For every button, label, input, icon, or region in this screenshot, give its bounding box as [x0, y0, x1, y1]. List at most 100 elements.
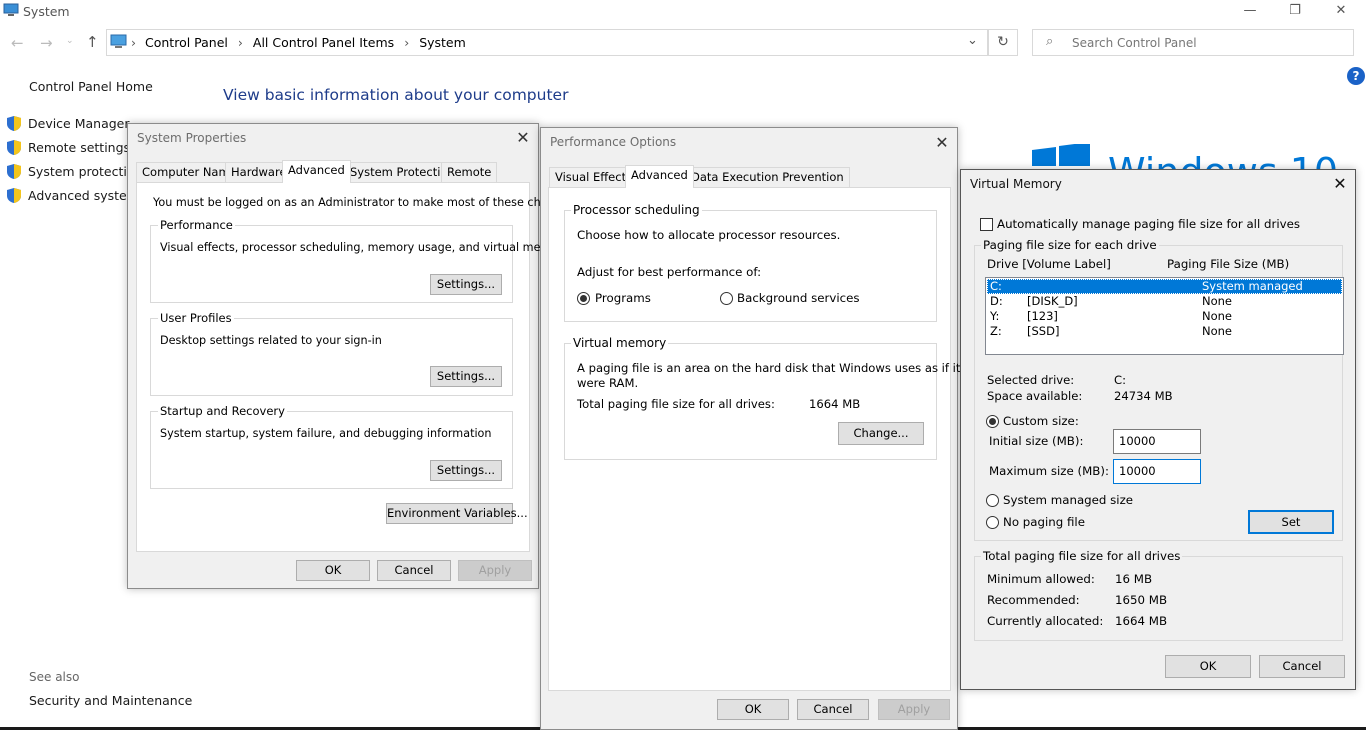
ok-button[interactable]: OK [296, 560, 370, 581]
breadcrumb-separator-icon: › [404, 35, 410, 50]
tab-advanced[interactable]: Advanced [282, 160, 351, 183]
initial-size-label: Initial size (MB): [989, 434, 1084, 448]
apply-button[interactable]: Apply [458, 560, 532, 581]
cancel-button[interactable]: Cancel [1259, 655, 1345, 678]
system-window-icon [3, 3, 19, 17]
drive-row[interactable]: C: System managed [987, 279, 1342, 294]
tab-advanced[interactable]: Advanced [625, 165, 694, 188]
sidebar-item-label: Device Manager [28, 116, 130, 131]
group-description: Choose how to allocate processor resourc… [577, 228, 841, 242]
close-window-button[interactable]: ✕ [1318, 0, 1364, 22]
startup-recovery-group: Startup and Recovery System startup, sys… [150, 404, 513, 489]
group-label: Paging file size for each drive [981, 238, 1159, 252]
ok-button[interactable]: OK [1165, 655, 1251, 678]
breadcrumb-separator-icon: › [131, 35, 136, 50]
programs-radio[interactable] [577, 292, 590, 305]
sidebar-item-system-protection[interactable]: System protection [6, 163, 142, 180]
processor-scheduling-group: Processor scheduling Choose how to alloc… [564, 203, 937, 322]
maximum-size-input[interactable]: 10000 [1113, 459, 1201, 484]
search-box[interactable]: ⌕ Search Control Panel [1032, 29, 1354, 56]
control-panel-home-link[interactable]: Control Panel Home [29, 79, 153, 94]
sidebar-item-device-manager[interactable]: Device Manager [6, 115, 130, 132]
dialog-title: Performance Options [550, 135, 677, 149]
drive-size: None [1202, 294, 1233, 308]
recommended-label: Recommended: [987, 593, 1080, 607]
sidebar-item-label: System protection [28, 164, 143, 179]
drive-row[interactable]: D: [DISK_D] None [987, 294, 1342, 309]
back-arrow-icon[interactable]: ← [11, 34, 24, 52]
recent-dropdown-icon[interactable]: ⌄ [66, 36, 74, 46]
breadcrumb-all-items[interactable]: All Control Panel Items [253, 35, 394, 50]
background-services-radio[interactable] [720, 292, 733, 305]
drive-list[interactable]: C: System managed D: [DISK_D] None Y: [1… [985, 277, 1344, 355]
total-paging-group: Total paging file size for all drives Mi… [974, 549, 1343, 641]
system-managed-label[interactable]: System managed size [1003, 493, 1133, 507]
tab-remote[interactable]: Remote [441, 162, 498, 182]
system-properties-dialog: System Properties ✕ Computer Name Hardwa… [127, 123, 578, 589]
vm-description-line1: A paging file is an area on the hard dis… [577, 361, 961, 375]
minimize-button[interactable]: — [1227, 0, 1273, 22]
forward-arrow-icon[interactable]: → [40, 34, 53, 52]
apply-button[interactable]: Apply [878, 699, 950, 720]
user-profiles-group: User Profiles Desktop settings related t… [150, 311, 513, 396]
vm-total-label: Total paging file size for all drives: [577, 397, 775, 411]
drive-row[interactable]: Z: [SSD] None [987, 324, 1342, 339]
user-profiles-settings-button[interactable]: Settings... [430, 366, 502, 387]
close-icon[interactable]: ✕ [1331, 175, 1349, 193]
close-icon[interactable]: ✕ [933, 134, 951, 152]
security-maintenance-link[interactable]: Security and Maintenance [29, 693, 192, 708]
group-label: Startup and Recovery [158, 404, 287, 418]
drive-label: [SSD] [1027, 324, 1060, 338]
space-available-value: 24734 MB [1114, 389, 1173, 403]
group-label: Total paging file size for all drives [981, 549, 1183, 563]
auto-manage-checkbox[interactable] [980, 218, 993, 231]
performance-settings-button[interactable]: Settings... [430, 274, 502, 295]
close-icon[interactable]: ✕ [514, 129, 532, 147]
programs-label[interactable]: Programs [595, 291, 651, 305]
address-bar[interactable]: › Control Panel › All Control Panel Item… [106, 29, 988, 56]
tab-panel-advanced: Processor scheduling Choose how to alloc… [548, 187, 960, 691]
address-dropdown-icon[interactable]: ⌄ [967, 33, 978, 48]
drive-label: [123] [1027, 309, 1058, 323]
startup-settings-button[interactable]: Settings... [430, 460, 502, 481]
currently-allocated-value: 1664 MB [1115, 614, 1168, 628]
control-panel-icon [110, 34, 127, 52]
drive-letter: Z: [990, 324, 1002, 338]
shield-icon [7, 140, 21, 155]
breadcrumb-system[interactable]: System [419, 35, 466, 50]
auto-manage-label[interactable]: Automatically manage paging file size fo… [997, 217, 1300, 231]
background-services-label[interactable]: Background services [737, 291, 860, 305]
virtual-memory-dialog: Virtual Memory ✕ Automatically manage pa… [960, 169, 1356, 690]
no-paging-label[interactable]: No paging file [1003, 515, 1085, 529]
admin-note: You must be logged on as an Administrato… [153, 196, 578, 209]
set-button[interactable]: Set [1248, 510, 1334, 534]
vm-description-line2: were RAM. [577, 376, 639, 390]
help-icon[interactable]: ? [1347, 67, 1365, 85]
system-managed-radio[interactable] [986, 494, 999, 507]
initial-size-input[interactable]: 10000 [1113, 429, 1201, 454]
ok-button[interactable]: OK [717, 699, 789, 720]
shield-icon [7, 116, 21, 131]
space-available-label: Space available: [987, 389, 1083, 403]
custom-size-label[interactable]: Custom size: [1003, 414, 1079, 428]
cancel-button[interactable]: Cancel [797, 699, 869, 720]
sidebar-item-remote-settings[interactable]: Remote settings [6, 139, 130, 156]
shield-icon [7, 164, 21, 179]
no-paging-radio[interactable] [986, 516, 999, 529]
dialog-title: System Properties [137, 131, 247, 145]
environment-variables-button[interactable]: Environment Variables... [386, 503, 528, 524]
refresh-button[interactable]: ↻ [988, 29, 1018, 56]
adjust-label: Adjust for best performance of: [577, 265, 762, 279]
cancel-button[interactable]: Cancel [377, 560, 451, 581]
restore-button[interactable]: ❐ [1272, 0, 1318, 22]
up-arrow-icon[interactable]: ↑ [86, 33, 99, 51]
change-button[interactable]: Change... [838, 422, 924, 445]
column-header-size: Paging File Size (MB) [1167, 257, 1290, 271]
drive-row[interactable]: Y: [123] None [987, 309, 1342, 324]
search-input[interactable]: Search Control Panel [1072, 36, 1197, 50]
custom-size-radio[interactable] [986, 415, 999, 428]
drive-size: None [1202, 309, 1233, 323]
group-label: Performance [158, 218, 235, 232]
tab-data-execution-prevention[interactable]: Data Execution Prevention [685, 167, 850, 187]
breadcrumb-control-panel[interactable]: Control Panel [145, 35, 228, 50]
